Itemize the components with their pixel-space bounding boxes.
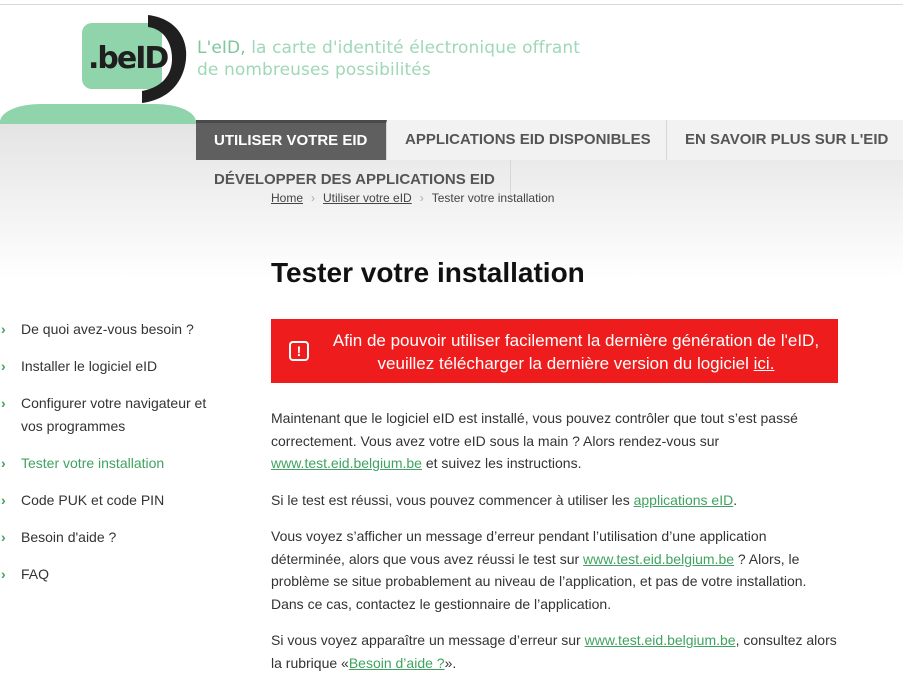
breadcrumb-separator-icon: › bbox=[419, 191, 424, 205]
alert-message: Afin de pouvoir utiliser facilement la d… bbox=[332, 331, 820, 373]
chevron-right-icon: › bbox=[1, 455, 6, 471]
paragraph: Si vous voyez apparaître un message d’er… bbox=[271, 629, 841, 674]
sidebar-item-label: Tester votre installation bbox=[21, 455, 165, 471]
paragraph-text: et suivez les instructions. bbox=[425, 455, 582, 471]
top-divider bbox=[0, 4, 903, 5]
alert-download-link[interactable]: ici. bbox=[754, 354, 775, 373]
beid-logo[interactable]: .beID bbox=[80, 13, 190, 103]
paragraph-text: ». bbox=[444, 654, 457, 671]
sidebar-item-label: Configurer votre navigateur et vos progr… bbox=[21, 395, 207, 434]
sidebar-item-besoin-aide[interactable]: › Besoin d'aide ? bbox=[0, 526, 210, 549]
test-site-link[interactable]: www.test.eid.belgium.be bbox=[583, 551, 734, 567]
logo-text: .beID bbox=[88, 41, 168, 76]
paragraph-text: Si le test est réussi, vous pouvez comme… bbox=[271, 491, 630, 508]
paragraph: Maintenant que le logiciel eID est insta… bbox=[271, 407, 841, 475]
chevron-right-icon: › bbox=[1, 395, 6, 411]
sidebar-item-label: Besoin d'aide ? bbox=[21, 529, 117, 545]
main-content: Maintenant que le logiciel eID est insta… bbox=[271, 407, 841, 687]
sidebar-item-configurer[interactable]: › Configurer votre navigateur et vos prog… bbox=[0, 392, 210, 438]
sidebar-item-installer[interactable]: › Installer le logiciel eID bbox=[0, 355, 210, 378]
sidebar-item-label: Code PUK et code PIN bbox=[21, 492, 165, 508]
sidebar-item-tester[interactable]: › Tester votre installation bbox=[0, 452, 210, 475]
breadcrumb-parent[interactable]: Utiliser votre eID bbox=[323, 191, 412, 205]
header-tagline: L'eID, la carte d'identité électronique … bbox=[197, 37, 637, 81]
paragraph-text: . bbox=[733, 491, 738, 508]
alert-text: Afin de pouvoir utiliser facilement la d… bbox=[331, 329, 821, 375]
paragraph: Vous voyez s’afficher un message d’erreu… bbox=[271, 525, 841, 615]
breadcrumb: Home › Utiliser votre eID › Tester votre ins… bbox=[271, 191, 554, 205]
tagline-text: la carte d'identité électronique offrant bbox=[251, 38, 581, 58]
sidebar-nav: › De quoi avez-vous besoin ? › Installer l… bbox=[0, 318, 210, 600]
test-site-link[interactable]: www.test.eid.belgium.be bbox=[585, 632, 736, 648]
main-nav: UTILISER VOTRE EID APPLICATIONS EID DISP… bbox=[196, 120, 903, 200]
sidebar-item-label: FAQ bbox=[21, 566, 50, 582]
sidebar-item-de-quoi[interactable]: › De quoi avez-vous besoin ? bbox=[0, 318, 210, 341]
chevron-right-icon: › bbox=[1, 566, 6, 582]
nav-item-applications[interactable]: APPLICATIONS EID DISPONIBLES bbox=[387, 120, 667, 160]
sidebar-item-label: De quoi avez-vous besoin ? bbox=[21, 321, 194, 337]
logo-swoosh bbox=[0, 104, 196, 124]
chevron-right-icon: › bbox=[1, 321, 6, 337]
paragraph-text: Maintenant que le logiciel eID est insta… bbox=[271, 410, 798, 449]
breadcrumb-current: Tester votre installation bbox=[431, 191, 555, 205]
applications-link[interactable]: applications eID bbox=[634, 492, 734, 508]
sidebar-item-faq[interactable]: › FAQ bbox=[0, 563, 210, 586]
warning-icon: ! bbox=[289, 341, 309, 361]
tagline-strong: L'eID, bbox=[197, 38, 246, 58]
sidebar-item-code-puk[interactable]: › Code PUK et code PIN bbox=[0, 489, 210, 512]
nav-item-utiliser[interactable]: UTILISER VOTRE EID bbox=[196, 120, 387, 160]
chevron-right-icon: › bbox=[1, 358, 6, 374]
chevron-right-icon: › bbox=[1, 529, 6, 545]
download-alert: ! Afin de pouvoir utiliser facilement la… bbox=[271, 319, 838, 383]
sidebar-item-label: Installer le logiciel eID bbox=[21, 358, 158, 374]
page-title: Tester votre installation bbox=[271, 257, 585, 288]
breadcrumb-separator-icon: › bbox=[311, 191, 316, 205]
breadcrumb-home[interactable]: Home bbox=[271, 191, 303, 205]
besoin-aide-link[interactable]: Besoin d’aide ? bbox=[349, 655, 445, 671]
paragraph-text: Si vous voyez apparaître un message d’er… bbox=[271, 632, 581, 648]
nav-item-en-savoir-plus[interactable]: EN SAVOIR PLUS SUR L'EID bbox=[667, 120, 903, 160]
test-site-link[interactable]: www.test.eid.belgium.be bbox=[271, 455, 422, 471]
paragraph: Si le test est réussi, vous pouvez comme… bbox=[271, 489, 841, 512]
tagline-line2: de nombreuses possibilités bbox=[197, 60, 431, 80]
chevron-right-icon: › bbox=[1, 492, 6, 508]
